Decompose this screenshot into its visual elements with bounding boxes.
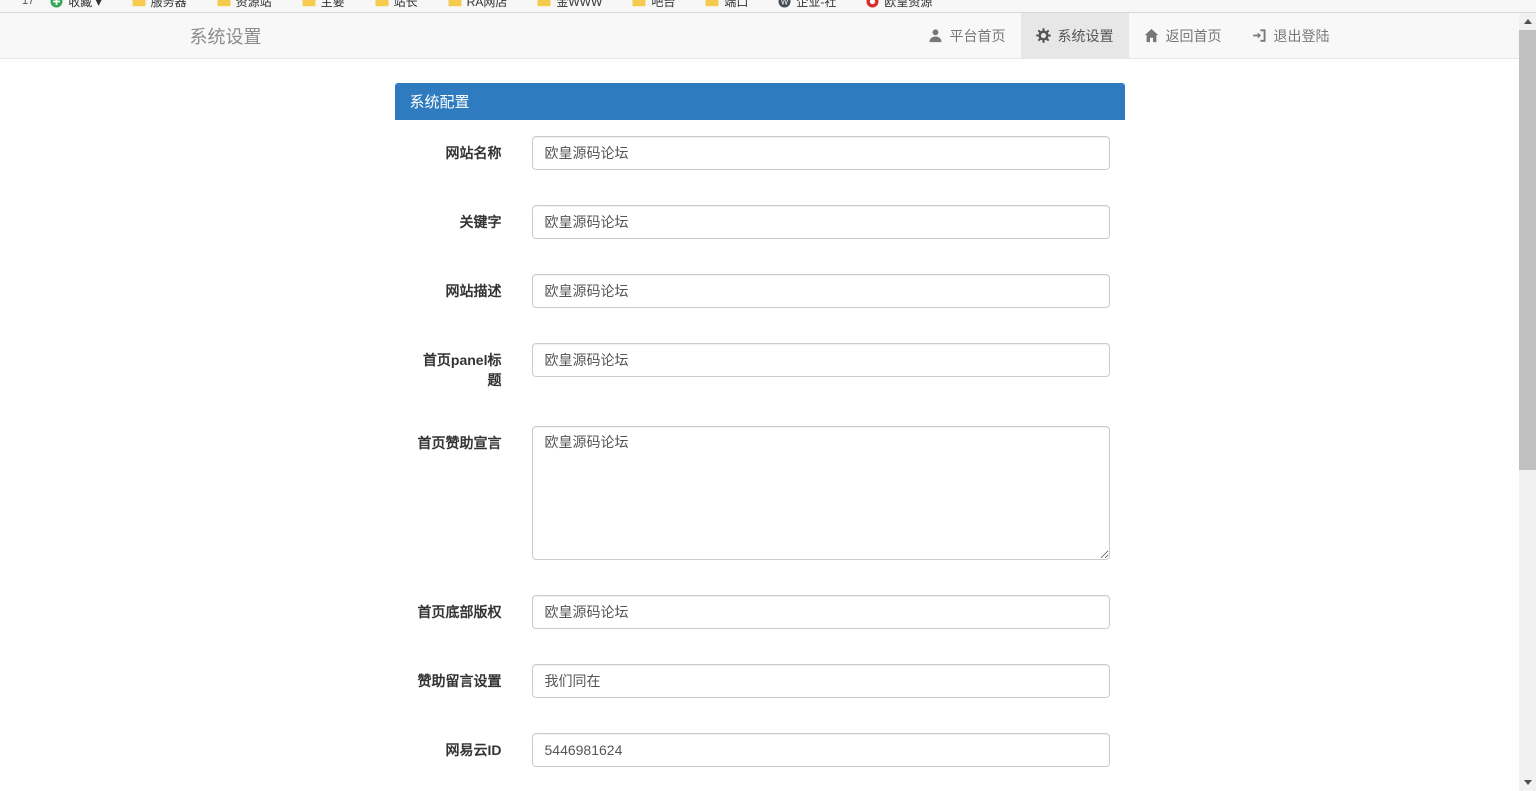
home-footer-copyright-control <box>532 595 1110 629</box>
scrollbar-thumb[interactable] <box>1519 30 1536 470</box>
folder-icon <box>537 0 551 7</box>
field-label: 首页panel标题 <box>410 343 532 391</box>
form-row-home-sponsor-declaration: 首页赞助宣言 <box>410 426 1110 560</box>
bookmark-item[interactable]: 资源站 <box>217 0 272 10</box>
wordpress-icon: W <box>778 0 791 8</box>
scrollbar-up-arrow[interactable] <box>1519 13 1536 30</box>
form-row-sponsor-message: 赞助留言设置 <box>410 664 1110 698</box>
browser-scrollbar[interactable] <box>1519 13 1536 791</box>
field-label: 首页底部版权 <box>410 595 532 629</box>
svg-text:W: W <box>781 0 789 6</box>
bookmark-label: 端口 <box>724 0 748 10</box>
home-sponsor-declaration-input[interactable] <box>532 426 1110 560</box>
nav-item-返回首页[interactable]: 返回首页 <box>1129 13 1237 58</box>
nav-item-label: 退出登陆 <box>1274 26 1330 46</box>
bookmark-label: 资源站 <box>236 0 272 10</box>
bookmark-item[interactable]: 欧皇资源 <box>866 0 932 10</box>
nav-item-label: 返回首页 <box>1166 26 1222 46</box>
netease-cloud-id-input[interactable] <box>532 733 1110 767</box>
home-icon <box>1144 28 1159 43</box>
navbar-container: 系统设置 平台首页 系统设置 返回首页 退出登陆 <box>175 13 1345 58</box>
form-row-keywords: 关键字 <box>410 205 1110 239</box>
sponsor-message-input[interactable] <box>532 664 1110 698</box>
site-description-input[interactable] <box>532 274 1110 308</box>
bookmark-item[interactable]: RA网店 <box>448 0 508 10</box>
home-panel-title-control <box>532 343 1110 391</box>
bookmark-item[interactable]: 吧台 <box>632 0 675 10</box>
bookmark-item[interactable]: 收藏 ▾ <box>50 0 101 10</box>
field-label: 首页赞助宣言 <box>410 426 532 560</box>
folder-icon <box>375 0 389 7</box>
bookmark-label: 欧皇资源 <box>884 0 932 10</box>
triangle-down-icon <box>1524 780 1532 785</box>
folder-icon <box>705 0 719 7</box>
field-label: 网站描述 <box>410 274 532 308</box>
main-content: 系统配置 网站名称 关键字 网站描述 首页panel标题 首页赞助宣言 首页底部… <box>0 59 1519 791</box>
field-label: 关键字 <box>410 205 532 239</box>
scrollbar-down-arrow[interactable] <box>1519 774 1536 791</box>
nav-item-平台首页[interactable]: 平台首页 <box>913 13 1021 58</box>
folder-icon <box>302 0 316 7</box>
folder-icon <box>132 0 146 7</box>
keywords-input[interactable] <box>532 205 1110 239</box>
folder-icon <box>632 0 646 7</box>
bookmark-label: 企业-社 <box>796 0 836 10</box>
form-row-netease-cloud-id: 网易云ID <box>410 733 1110 767</box>
form-row-site-description: 网站描述 <box>410 274 1110 308</box>
bookmarks-strip: 17 收藏 ▾ 服务器 资源站 主要 站长 RA网店 金WWW 吧台 端口 W 企业-社 欧皇资源 <box>0 0 1536 13</box>
field-label: 网站名称 <box>410 136 532 170</box>
top-navbar: 系统设置 平台首页 系统设置 返回首页 退出登陆 <box>0 13 1519 59</box>
bookmark-label: 金WWW <box>556 0 602 10</box>
bookmark-label: 收藏 ▾ <box>68 0 101 10</box>
bookmark-label: 主要 <box>321 0 345 10</box>
red-site-icon <box>866 0 879 8</box>
form-row-home-footer-copyright: 首页底部版权 <box>410 595 1110 629</box>
bookmarks-overflow-fragment: 17 <box>22 0 34 7</box>
nav-item-label: 平台首页 <box>950 26 1006 46</box>
navbar-menu: 平台首页 系统设置 返回首页 退出登陆 <box>913 13 1345 58</box>
nav-item-退出登陆[interactable]: 退出登陆 <box>1237 13 1345 58</box>
gear-icon <box>1036 28 1051 43</box>
netease-cloud-id-control <box>532 733 1110 767</box>
system-config-panel: 系统配置 网站名称 关键字 网站描述 首页panel标题 首页赞助宣言 首页底部… <box>395 83 1125 782</box>
bookmark-label: 站长 <box>394 0 418 10</box>
folder-icon <box>448 0 462 7</box>
bookmark-item[interactable]: 站长 <box>375 0 418 10</box>
add-bookmark-icon <box>50 0 63 8</box>
bookmark-item[interactable]: 端口 <box>705 0 748 10</box>
home-panel-title-input[interactable] <box>532 343 1110 377</box>
folder-icon <box>217 0 231 7</box>
sponsor-message-control <box>532 664 1110 698</box>
nav-item-系统设置[interactable]: 系统设置 <box>1021 13 1129 58</box>
bookmark-item[interactable]: 服务器 <box>132 0 187 10</box>
field-label: 网易云ID <box>410 733 532 767</box>
logout-icon <box>1252 28 1267 43</box>
form-row-home-panel-title: 首页panel标题 <box>410 343 1110 391</box>
bookmark-item[interactable]: W 企业-社 <box>778 0 836 10</box>
config-form: 网站名称 关键字 网站描述 首页panel标题 首页赞助宣言 首页底部版权 赞助… <box>395 120 1125 782</box>
triangle-up-icon <box>1524 19 1532 24</box>
home-footer-copyright-input[interactable] <box>532 595 1110 629</box>
site-description-control <box>532 274 1110 308</box>
bookmark-label: RA网店 <box>467 0 508 10</box>
user-icon <box>928 28 943 43</box>
browser-bookmarks-bar: 17 收藏 ▾ 服务器 资源站 主要 站长 RA网店 金WWW 吧台 端口 W 企业-社 欧皇资源 <box>0 0 1536 13</box>
keywords-control <box>532 205 1110 239</box>
home-sponsor-declaration-control <box>532 426 1110 560</box>
bookmark-label: 吧台 <box>651 0 675 10</box>
form-row-site-name: 网站名称 <box>410 136 1110 170</box>
field-label: 赞助留言设置 <box>410 664 532 698</box>
nav-item-label: 系统设置 <box>1058 26 1114 46</box>
site-name-input[interactable] <box>532 136 1110 170</box>
bookmark-item[interactable]: 金WWW <box>537 0 602 10</box>
bookmark-label: 服务器 <box>151 0 187 10</box>
page-title: 系统设置 <box>175 13 277 58</box>
panel-title: 系统配置 <box>395 83 1125 120</box>
site-name-control <box>532 136 1110 170</box>
bookmark-item[interactable]: 主要 <box>302 0 345 10</box>
